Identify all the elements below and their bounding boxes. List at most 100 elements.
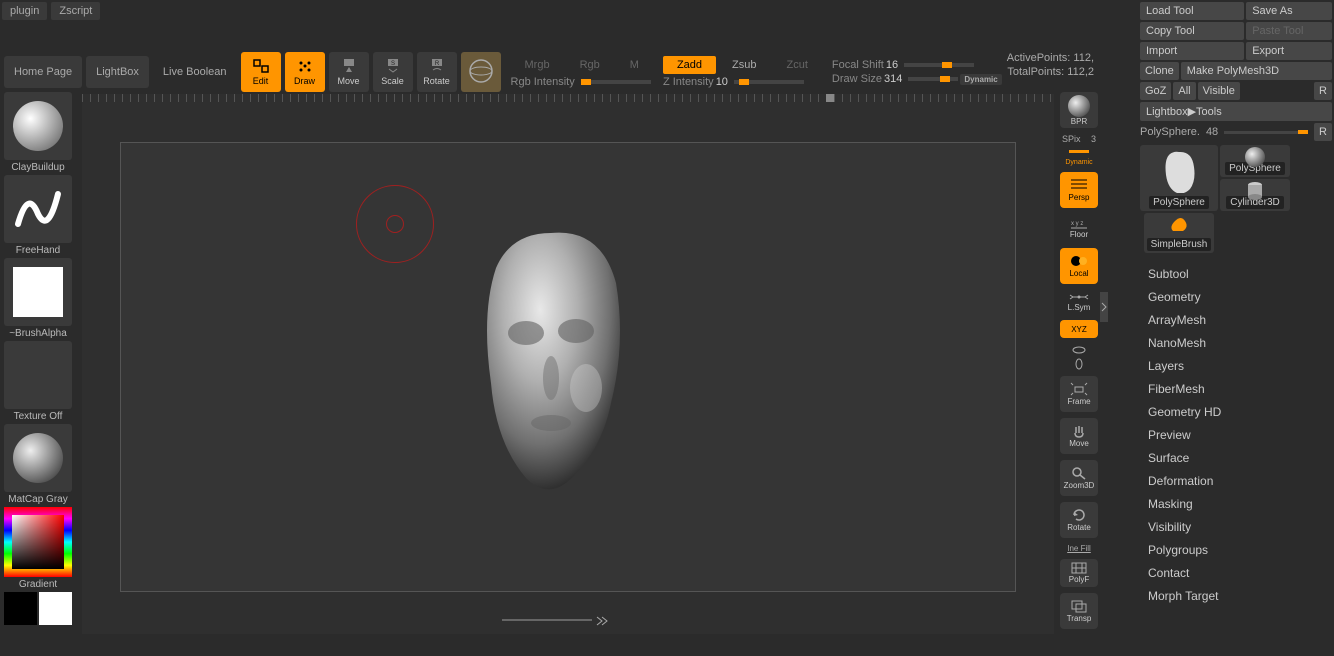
- tool-simplebrush[interactable]: SimpleBrush: [1144, 213, 1214, 253]
- floor-button[interactable]: x y z Floor: [1060, 214, 1098, 242]
- rotate-view-icon: [1070, 508, 1088, 522]
- paste-tool-button[interactable]: Paste Tool: [1246, 22, 1332, 40]
- edit-mode-button[interactable]: Edit: [241, 52, 281, 92]
- rgb-button[interactable]: Rgb: [566, 56, 614, 74]
- tool-accordion: Subtool Geometry ArrayMesh NanoMesh Laye…: [1140, 259, 1332, 611]
- copy-tool-button[interactable]: Copy Tool: [1140, 22, 1244, 40]
- sphere-icon: [468, 58, 494, 84]
- frame-button[interactable]: Frame: [1060, 376, 1098, 412]
- gizmo-button[interactable]: [461, 52, 501, 92]
- accordion-preview[interactable]: Preview: [1148, 426, 1324, 444]
- accordion-subtool[interactable]: Subtool: [1148, 265, 1324, 283]
- accordion-deformation[interactable]: Deformation: [1148, 472, 1324, 490]
- rotate-icon: R: [428, 58, 446, 74]
- spix-control[interactable]: SPix 3: [1062, 134, 1096, 144]
- move-view-button[interactable]: Move: [1060, 418, 1098, 454]
- mrgb-button[interactable]: Mrgb: [511, 56, 564, 74]
- make-polymesh-button[interactable]: Make PolyMesh3D: [1181, 62, 1332, 80]
- head-model: [451, 213, 651, 513]
- zadd-button[interactable]: Zadd: [663, 56, 716, 74]
- active-points-value: 112,: [1073, 52, 1094, 64]
- lightbox-tools-button[interactable]: Lightbox▶Tools: [1140, 102, 1332, 121]
- brush-selector[interactable]: ClayBuildup: [2, 92, 74, 173]
- edit-icon: [252, 58, 270, 74]
- rgb-intensity-slider[interactable]: [581, 80, 651, 84]
- accordion-visibility[interactable]: Visibility: [1148, 518, 1324, 536]
- hand-icon: [1070, 424, 1088, 438]
- z-intensity-slider[interactable]: [734, 80, 804, 84]
- focal-shift-label: Focal Shift: [832, 59, 884, 71]
- local-button[interactable]: Local: [1060, 248, 1098, 284]
- color-picker[interactable]: Gradient: [2, 507, 74, 590]
- bpr-button[interactable]: BPR: [1060, 92, 1098, 128]
- save-as-button[interactable]: Save As: [1246, 2, 1332, 20]
- scale-mode-button[interactable]: S Scale: [373, 52, 413, 92]
- canvas-ruler: [82, 94, 1054, 102]
- swatch-secondary[interactable]: [4, 592, 37, 625]
- tool-cylinder3d[interactable]: Cylinder3D: [1220, 179, 1290, 211]
- goz-visible-button[interactable]: Visible: [1198, 82, 1240, 100]
- color-swatches: [4, 592, 72, 625]
- dynamic-toggle[interactable]: Dynamic: [960, 74, 1001, 85]
- alpha-selector[interactable]: ~BrushAlpha: [2, 258, 74, 339]
- accordion-polygroups[interactable]: Polygroups: [1148, 541, 1324, 559]
- export-button[interactable]: Export: [1246, 42, 1332, 60]
- dynamic-indicator: Dynamic: [1065, 159, 1092, 166]
- stroke-selector[interactable]: FreeHand: [2, 175, 74, 256]
- polyf-icon: [1070, 562, 1088, 574]
- polyf-button[interactable]: PolyF: [1060, 559, 1098, 587]
- import-button[interactable]: Import: [1140, 42, 1244, 60]
- swatch-primary[interactable]: [39, 592, 72, 625]
- zsub-button[interactable]: Zsub: [718, 56, 770, 74]
- zoom3d-button[interactable]: Zoom3D: [1060, 460, 1098, 496]
- clone-button[interactable]: Clone: [1140, 62, 1179, 80]
- xyz-button[interactable]: XYZ: [1060, 320, 1098, 338]
- goz-r-button[interactable]: R: [1314, 82, 1332, 100]
- liveboolean-button[interactable]: Live Boolean: [153, 56, 237, 88]
- move-mode-button[interactable]: Move: [329, 52, 369, 92]
- transp-button[interactable]: Transp: [1060, 593, 1098, 629]
- homepage-button[interactable]: Home Page: [4, 56, 82, 88]
- accordion-arraymesh[interactable]: ArrayMesh: [1148, 311, 1324, 329]
- accordion-contact[interactable]: Contact: [1148, 564, 1324, 582]
- accordion-morphtarget[interactable]: Morph Target: [1148, 587, 1324, 605]
- load-tool-button[interactable]: Load Tool: [1140, 2, 1244, 20]
- canvas-expand-handle[interactable]: [502, 616, 622, 626]
- accordion-masking[interactable]: Masking: [1148, 495, 1324, 513]
- texture-selector[interactable]: Texture Off: [2, 341, 74, 422]
- draw-size-slider[interactable]: [908, 77, 958, 81]
- r2-button[interactable]: R: [1314, 123, 1332, 141]
- zcut-button[interactable]: Zcut: [772, 56, 821, 74]
- menu-zscript[interactable]: Zscript: [51, 2, 100, 20]
- tool-polysphere-main[interactable]: PolySphere: [1140, 145, 1218, 211]
- frame-icon: [1070, 382, 1088, 396]
- draw-mode-button[interactable]: Draw: [285, 52, 325, 92]
- brush-cursor: [356, 185, 434, 263]
- focal-shift-slider[interactable]: [904, 63, 974, 67]
- total-points-label: TotalPoints:: [1007, 66, 1064, 78]
- inefill-label: Ine Fill: [1067, 544, 1091, 553]
- accordion-fibermesh[interactable]: FiberMesh: [1148, 380, 1324, 398]
- accordion-nanomesh[interactable]: NanoMesh: [1148, 334, 1324, 352]
- persp-button[interactable]: Persp: [1060, 172, 1098, 208]
- accordion-surface[interactable]: Surface: [1148, 449, 1324, 467]
- lightbox-button[interactable]: LightBox: [86, 56, 149, 88]
- rotate-axis-icons[interactable]: [1071, 344, 1087, 370]
- top-menu: plugin Zscript: [0, 0, 102, 22]
- accordion-geometry[interactable]: Geometry: [1148, 288, 1324, 306]
- lsym-button[interactable]: L.Sym: [1060, 290, 1098, 314]
- viewport-3d[interactable]: [120, 142, 1016, 592]
- goz-button[interactable]: GoZ: [1140, 82, 1171, 100]
- m-button[interactable]: M: [616, 56, 653, 74]
- rotate-view-button[interactable]: Rotate: [1060, 502, 1098, 538]
- rotate-mode-button[interactable]: R Rotate: [417, 52, 457, 92]
- floor-icon: x y z: [1069, 217, 1089, 229]
- right-panel: Load Tool Save As Copy Tool Paste Tool I…: [1138, 0, 1334, 656]
- expand-handle[interactable]: [1100, 292, 1108, 322]
- accordion-layers[interactable]: Layers: [1148, 357, 1324, 375]
- menu-plugin[interactable]: plugin: [2, 2, 47, 20]
- material-selector[interactable]: MatCap Gray: [2, 424, 74, 505]
- goz-all-button[interactable]: All: [1173, 82, 1195, 100]
- tool-polysphere-2[interactable]: PolySphere: [1220, 145, 1290, 177]
- accordion-geometryhd[interactable]: Geometry HD: [1148, 403, 1324, 421]
